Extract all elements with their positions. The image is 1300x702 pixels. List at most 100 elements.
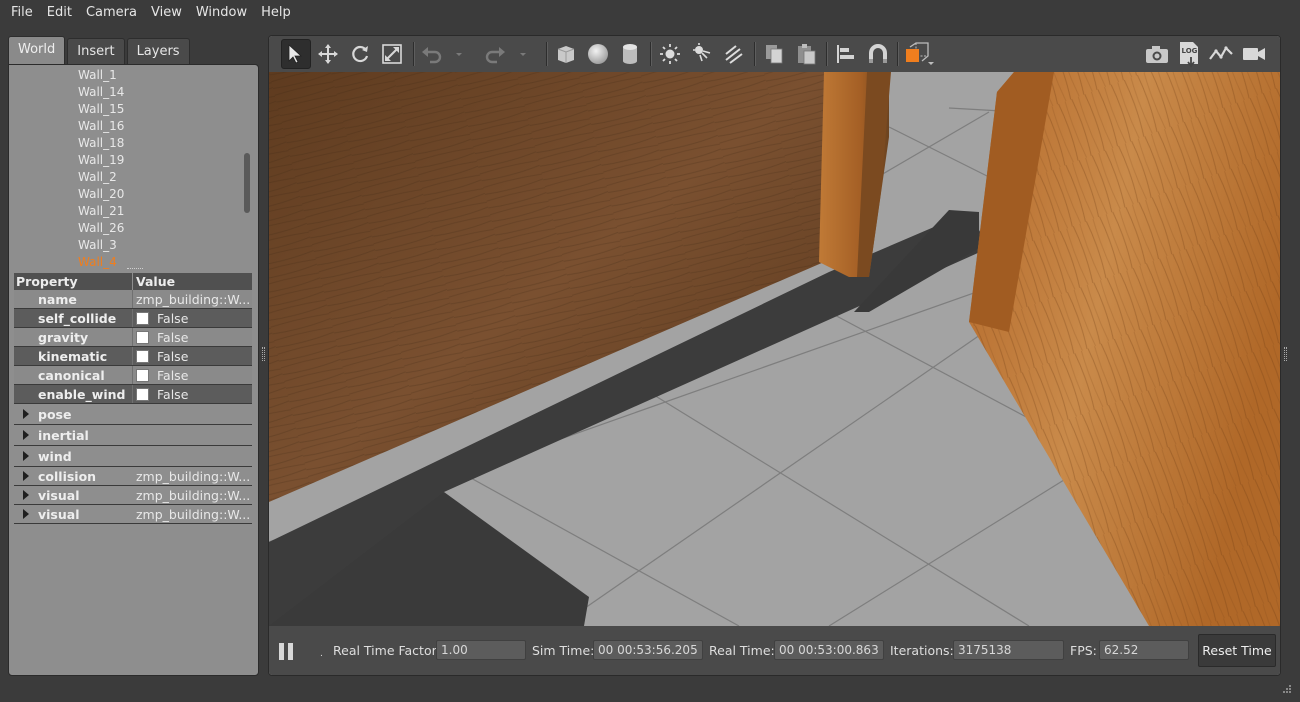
tree-item[interactable]: Wall_14 [78, 84, 124, 101]
scale-mode-button[interactable] [377, 39, 407, 69]
paste-button[interactable] [791, 39, 821, 69]
right-splitter-handle[interactable] [1284, 347, 1287, 361]
expand-arrow-icon[interactable] [23, 509, 29, 519]
undo-button[interactable] [417, 39, 447, 69]
iterations-label: Iterations: [890, 643, 954, 658]
toolbar-separator [897, 42, 899, 66]
insert-box-button[interactable] [551, 39, 581, 69]
tree-item[interactable]: Wall_15 [78, 101, 124, 118]
group-label: wind [38, 448, 72, 464]
tree-item[interactable]: Wall_20 [78, 186, 124, 203]
resize-grip-icon[interactable] [1282, 684, 1292, 694]
iterations-field: 3175138 [953, 640, 1064, 660]
plot-button[interactable] [1206, 39, 1236, 69]
tab-world[interactable]: World [8, 36, 66, 64]
property-group-visual[interactable]: visual zmp_building::W... [14, 505, 252, 524]
property-value-cell: False [133, 328, 252, 346]
scale-icon [382, 44, 402, 64]
tree-item[interactable]: Wall_18 [78, 135, 124, 152]
tab-layers[interactable]: Layers [126, 38, 190, 64]
select-mode-button[interactable] [281, 39, 311, 69]
cylinder-icon [623, 44, 637, 64]
video-record-button[interactable] [1239, 39, 1269, 69]
menu-window[interactable]: Window [189, 0, 254, 26]
property-name: canonical [14, 366, 133, 384]
tree-item-selected[interactable]: Wall_4 [78, 254, 117, 271]
property-value: False [157, 329, 189, 345]
menu-edit[interactable]: Edit [40, 0, 79, 26]
reset-time-button[interactable]: Reset Time [1198, 634, 1276, 667]
tree-item[interactable]: Wall_19 [78, 152, 124, 169]
insert-sphere-button[interactable] [583, 39, 613, 69]
pause-button[interactable] [279, 643, 295, 660]
directional-light-button[interactable] [719, 39, 749, 69]
menu-help[interactable]: Help [254, 0, 298, 26]
tree-item[interactable]: Wall_21 [78, 203, 124, 220]
property-group-inertial[interactable]: inertial [14, 425, 252, 446]
tree-item[interactable]: Wall_1 [78, 67, 117, 84]
tree-item[interactable]: Wall_26 [78, 220, 124, 237]
property-group-collision[interactable]: collision zmp_building::W... [14, 467, 252, 486]
step-indicator: . [320, 649, 323, 659]
property-row-kinematic: kinematic False [14, 347, 252, 366]
sim-time-field: 00 00:53:56.205 [593, 640, 703, 660]
toolbar-separator [413, 42, 415, 66]
property-name: enable_wind [14, 385, 133, 403]
pause-icon [279, 643, 284, 660]
group-value: zmp_building::W... [136, 468, 251, 484]
rotate-mode-button[interactable] [345, 39, 375, 69]
left-splitter-handle[interactable] [262, 347, 265, 361]
menu-view[interactable]: View [144, 0, 189, 26]
expand-arrow-icon[interactable] [23, 490, 29, 500]
point-light-button[interactable] [655, 39, 685, 69]
redo-history-dropdown[interactable] [513, 39, 533, 69]
screenshot-button[interactable] [1142, 39, 1172, 69]
expand-arrow-icon[interactable] [23, 409, 29, 419]
menu-file[interactable]: File [4, 0, 40, 26]
menu-camera[interactable]: Camera [79, 0, 144, 26]
enable-wind-checkbox[interactable] [136, 387, 149, 401]
undo-icon [422, 47, 442, 64]
tab-insert[interactable]: Insert [67, 38, 125, 64]
copy-button[interactable] [759, 39, 789, 69]
real-time-factor-label: Real Time Factor: [333, 643, 441, 658]
group-label: collision [38, 468, 97, 484]
property-group-wind[interactable]: wind [14, 446, 252, 467]
view-angle-button[interactable] [901, 39, 937, 69]
log-button[interactable]: LOG [1174, 39, 1204, 69]
insert-cylinder-button[interactable] [615, 39, 645, 69]
spotlight-icon [693, 43, 711, 62]
expand-arrow-icon[interactable] [23, 430, 29, 440]
tree-item[interactable]: Wall_3 [78, 237, 117, 254]
self-collide-checkbox[interactable] [136, 311, 149, 325]
property-group-visual[interactable]: visual zmp_building::W... [14, 486, 252, 505]
expand-arrow-icon[interactable] [23, 471, 29, 481]
property-row-gravity: gravity False [14, 328, 252, 347]
undo-history-dropdown[interactable] [449, 39, 469, 69]
translate-mode-button[interactable] [313, 39, 343, 69]
group-label: visual [38, 487, 80, 503]
tree-scrollbar[interactable] [244, 153, 250, 213]
tree-item[interactable]: Wall_2 [78, 169, 117, 186]
gravity-checkbox[interactable] [136, 330, 149, 344]
redo-button[interactable] [480, 39, 510, 69]
property-value: False [157, 386, 189, 402]
property-value-cell: False [133, 366, 252, 384]
toolbar-separator [546, 42, 548, 66]
splitter-handle[interactable] [127, 268, 143, 272]
3d-scene-view[interactable] [269, 72, 1280, 626]
toolbar-separator [650, 42, 652, 66]
property-table: Property Value name zmp_building::W... s… [14, 273, 252, 524]
kinematic-checkbox[interactable] [136, 349, 149, 363]
world-panel: Wall_1 Wall_14 Wall_15 Wall_16 Wall_18 W… [8, 64, 259, 676]
tree-item[interactable]: Wall_16 [78, 118, 124, 135]
canonical-checkbox[interactable] [136, 368, 149, 382]
chevron-down-icon [456, 53, 462, 56]
spot-light-button[interactable] [687, 39, 717, 69]
property-group-pose[interactable]: pose [14, 404, 252, 425]
group-value: zmp_building::W... [136, 506, 251, 522]
align-button[interactable] [831, 39, 861, 69]
video-camera-icon [1243, 48, 1265, 60]
expand-arrow-icon[interactable] [23, 451, 29, 461]
snap-button[interactable] [863, 39, 893, 69]
